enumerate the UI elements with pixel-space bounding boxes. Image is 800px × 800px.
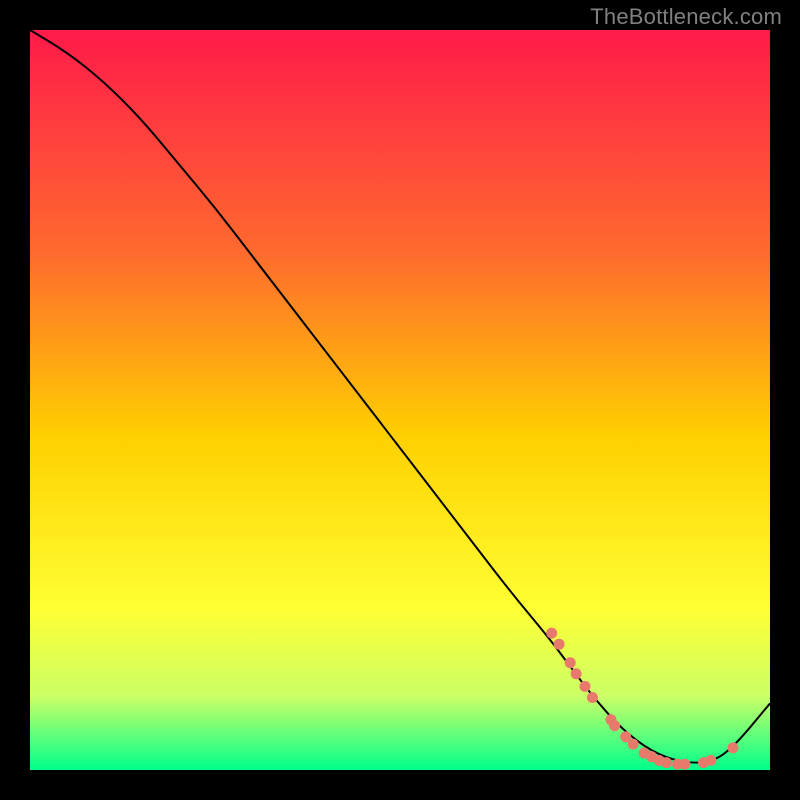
curve-dot [661,757,672,768]
curve-dot [587,692,598,703]
gradient-background [30,30,770,770]
curve-dot [679,759,690,770]
chart-plot-area [30,30,770,770]
curve-dot [705,755,716,766]
curve-dot [554,639,565,650]
curve-dot [628,739,639,750]
watermark-text: TheBottleneck.com [590,4,782,30]
bottleneck-chart [30,30,770,770]
curve-dot [571,668,582,679]
curve-dot [546,628,557,639]
curve-dot [565,657,576,668]
curve-dot [728,742,739,753]
curve-dot [580,681,591,692]
curve-dot [609,720,620,731]
